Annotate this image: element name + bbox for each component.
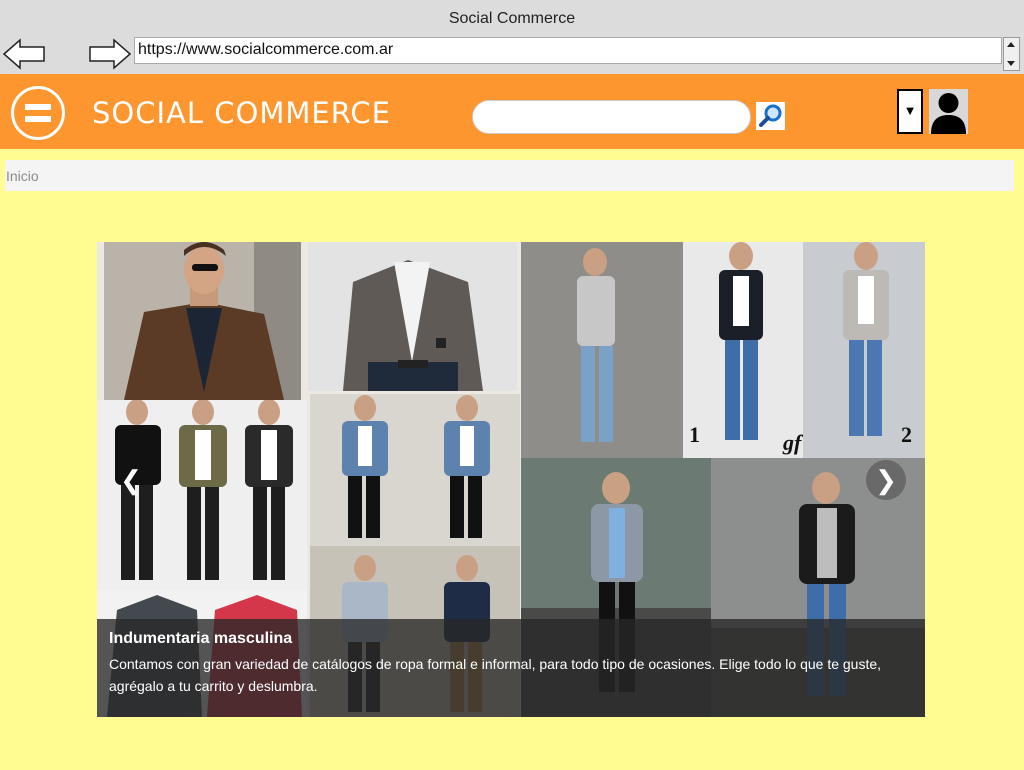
caption-title: Indumentaria masculina: [109, 630, 293, 647]
carousel-next-button[interactable]: ❯: [866, 460, 906, 500]
scroll-up-icon[interactable]: [1007, 42, 1015, 47]
dropdown-icon: ▼: [903, 103, 917, 118]
carousel-caption: Indumentaria masculina Contamos con gran…: [97, 619, 925, 717]
back-arrow-icon[interactable]: [2, 38, 46, 70]
search-icon: [759, 104, 782, 127]
browser-chrome: Social Commerce https://www.socialcommer…: [0, 0, 1024, 74]
user-dropdown-button[interactable]: ▼: [897, 89, 923, 134]
hamburger-menu-icon[interactable]: [11, 86, 65, 140]
breadcrumb-item-inicio[interactable]: Inicio: [6, 168, 39, 184]
photo-label-gf: gf: [782, 430, 804, 455]
window-title: Social Commerce: [448, 10, 576, 27]
address-bar-scrollbar[interactable]: [1003, 37, 1020, 71]
carousel-prev-button[interactable]: ❮: [111, 460, 151, 500]
user-icon[interactable]: [929, 89, 968, 134]
image-carousel[interactable]: 1 gf 2 ❮ ❯ Indumentaria masculina Contam…: [97, 242, 925, 717]
scroll-down-icon[interactable]: [1007, 61, 1015, 66]
photo-label-2: 2: [901, 422, 912, 447]
photo-label-1: 1: [689, 422, 700, 447]
search-input[interactable]: [472, 100, 751, 134]
search-button[interactable]: [756, 102, 785, 130]
carousel-photo-grey-blazer: [308, 242, 517, 391]
carousel-photo-brown-blazer: [104, 242, 301, 400]
carousel-photo-denim-jackets: [310, 394, 520, 546]
breadcrumb: Inicio: [5, 160, 1014, 191]
carousel-photo-street-collage: 1 gf 2: [521, 242, 925, 458]
address-bar[interactable]: https://www.socialcommerce.com.ar: [134, 37, 1002, 64]
forward-arrow-icon[interactable]: [88, 38, 132, 70]
brand-title: SOCIAL COMMERCE: [92, 96, 391, 130]
caption-text: Contamos con gran variedad de catálogos …: [109, 656, 882, 694]
